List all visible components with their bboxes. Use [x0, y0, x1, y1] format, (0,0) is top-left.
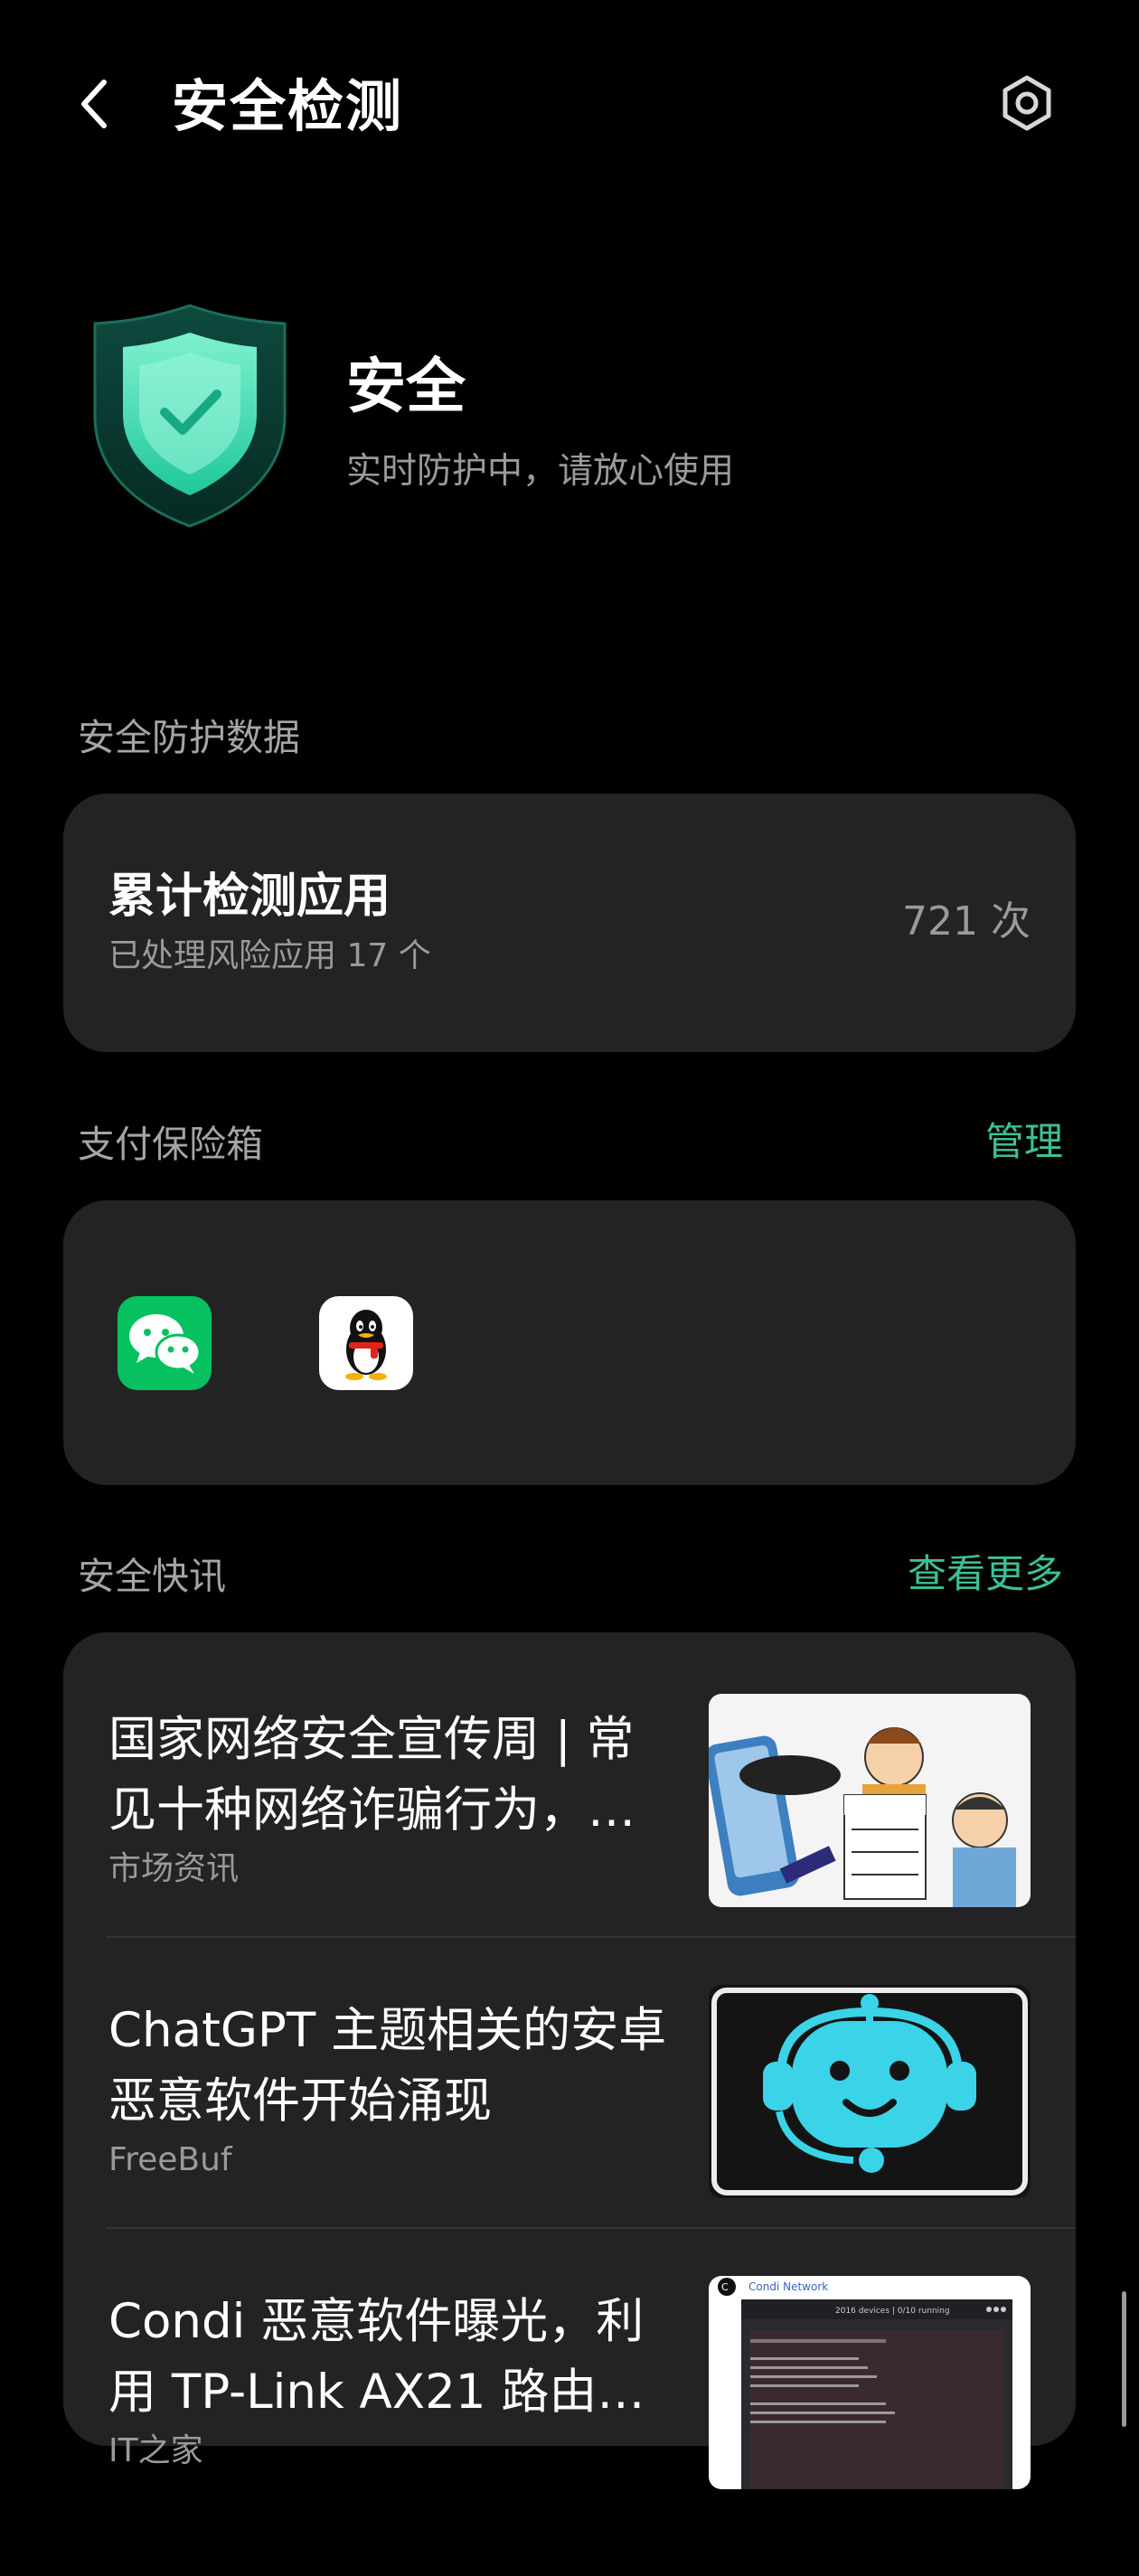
risk-apps-subtitle: 已处理风险应用 17 个: [108, 937, 431, 974]
news-source: 市场资讯: [108, 1850, 240, 1887]
manage-link[interactable]: 管理: [985, 1117, 1063, 1168]
scrollbar[interactable]: [1122, 2291, 1126, 2427]
see-more-link[interactable]: 查看更多: [908, 1549, 1063, 1600]
news-source: FreeBuf: [108, 2141, 232, 2178]
news-section-label: 安全快讯: [78, 1555, 226, 1598]
status-subtitle: 实时防护中，请放心使用: [346, 451, 735, 492]
payment-section-label: 支付保险箱: [78, 1123, 263, 1166]
payment-safe-card: [63, 1200, 1076, 1485]
shield-check-icon: [81, 298, 298, 533]
news-title: 国家网络安全宣传周 | 常见十种网络诈骗行为，…: [108, 1712, 635, 1838]
back-button[interactable]: [63, 72, 127, 136]
thumbnail-bar-text: 2016 devices | 0/10 running: [835, 2307, 950, 2316]
news-source: IT之家: [108, 2432, 203, 2469]
news-thumbnail-condi: C Condi Network 2016 devices | 0/10 runn…: [709, 2276, 1031, 2489]
news-item[interactable]: Condi 恶意软件曝光，利用 TP-Link AX21 路由… IT之家 C …: [63, 2276, 1076, 2576]
wechat-icon[interactable]: [118, 1296, 212, 1390]
qq-icon[interactable]: [319, 1296, 413, 1390]
protection-section-label: 安全防护数据: [78, 716, 300, 759]
thumbnail-brand-text: Condi Network: [748, 2280, 828, 2293]
news-divider: [107, 2227, 1076, 2229]
svg-text:C: C: [721, 2281, 729, 2293]
page-title: 安全检测: [172, 73, 404, 139]
news-item[interactable]: 国家网络安全宣传周 | 常见十种网络诈骗行为，… 市场资讯: [63, 1694, 1076, 1994]
settings-icon: [1003, 75, 1051, 131]
news-divider: [107, 1936, 1076, 1938]
settings-button[interactable]: [994, 71, 1059, 136]
news-thumbnail-fraud-comic: [709, 1694, 1031, 1907]
status-title: 安全: [346, 352, 466, 421]
scanned-apps-title: 累计检测应用: [108, 870, 391, 924]
news-thumbnail-robot: [709, 1985, 1031, 2198]
news-title: ChatGPT 主题相关的安卓恶意软件开始涌现: [108, 2003, 667, 2129]
scan-count: 721 次: [902, 898, 1031, 945]
news-item[interactable]: ChatGPT 主题相关的安卓恶意软件开始涌现 FreeBuf: [63, 1985, 1076, 2285]
news-title: Condi 恶意软件曝光，利用 TP-Link AX21 路由…: [108, 2294, 645, 2420]
chevron-left-icon: [81, 80, 107, 128]
